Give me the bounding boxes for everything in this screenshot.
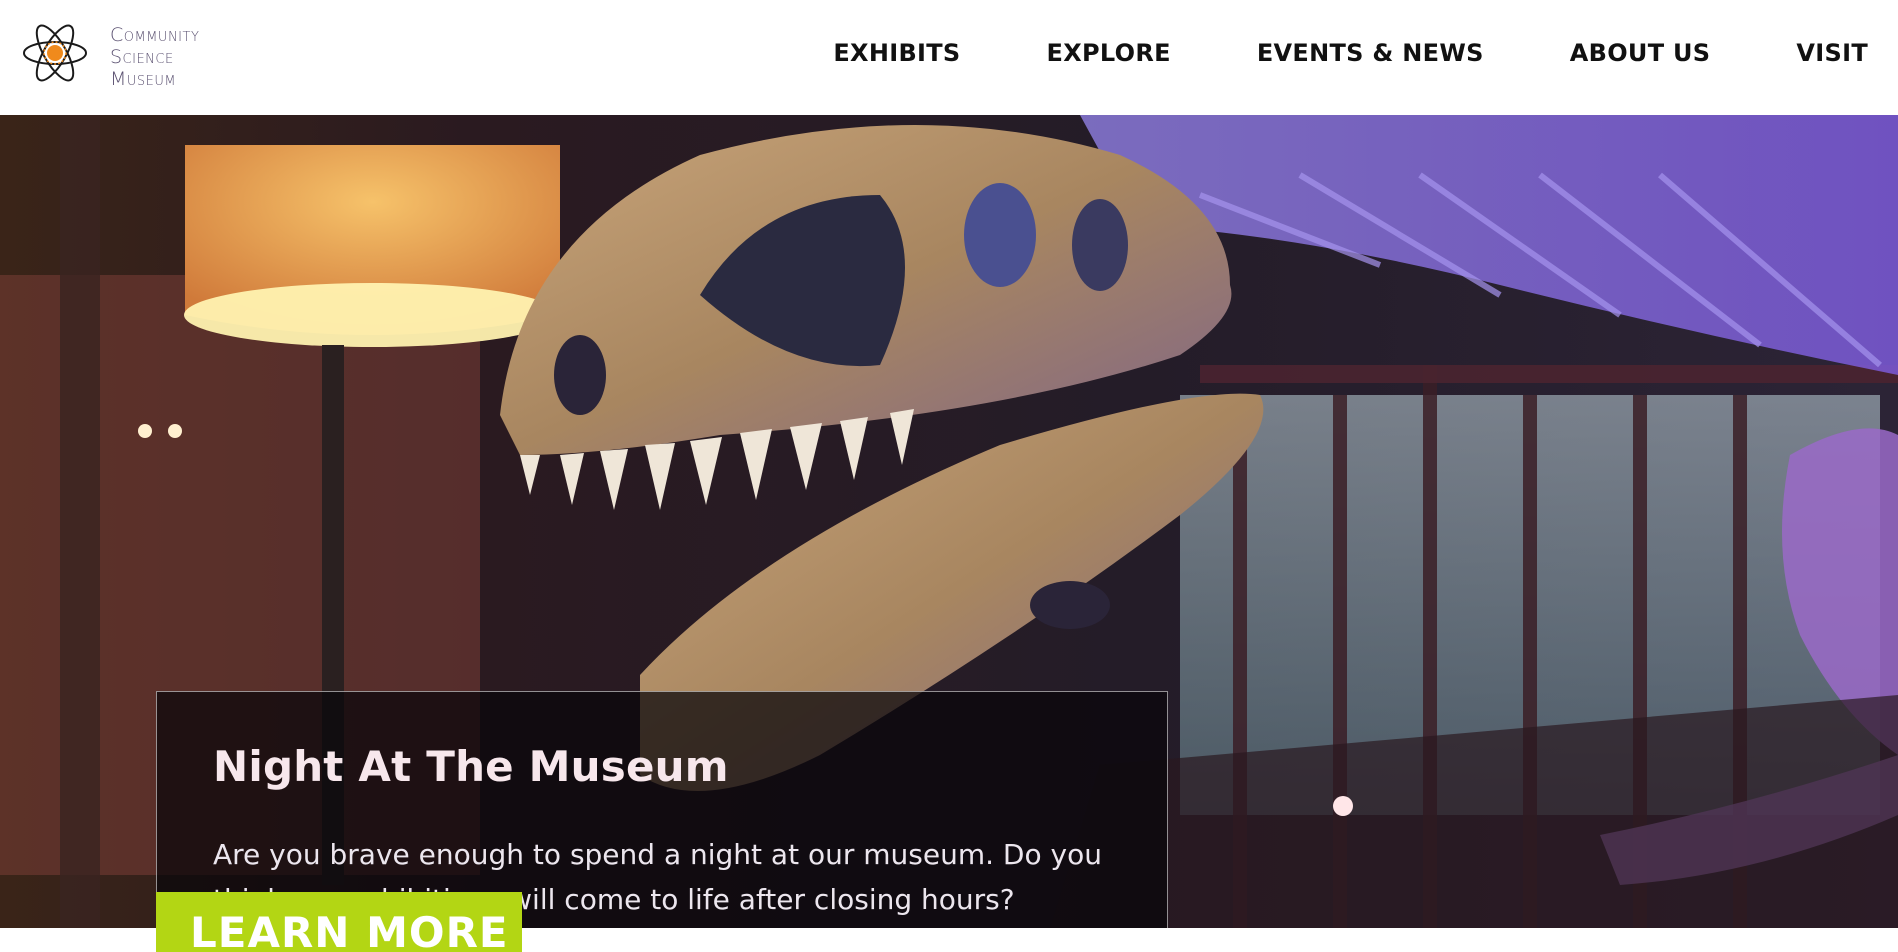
site-logo-text[interactable]: Community Science Museum bbox=[110, 24, 199, 90]
logo-line-2: Science bbox=[110, 46, 174, 68]
learn-more-button[interactable]: LEARN MORE bbox=[156, 892, 522, 952]
learn-more-label: LEARN MORE bbox=[190, 908, 509, 952]
logo-line-1: Community bbox=[110, 24, 200, 46]
hero-title: Night At The Museum bbox=[213, 742, 729, 791]
site-header: Community Science Museum EXHIBITS EXPLOR… bbox=[0, 0, 1898, 115]
logo-line-3: Museum bbox=[110, 68, 177, 90]
nav-item-about-us[interactable]: ABOUT US bbox=[1570, 36, 1711, 70]
nav-item-visit[interactable]: VISIT bbox=[1796, 36, 1868, 70]
main-nav: EXHIBITS EXPLORE EVENTS & NEWS ABOUT US … bbox=[747, 36, 1868, 70]
nav-item-exhibits[interactable]: EXHIBITS bbox=[833, 36, 960, 70]
nav-item-explore[interactable]: EXPLORE bbox=[1047, 36, 1171, 70]
nav-item-events-news[interactable]: EVENTS & NEWS bbox=[1257, 36, 1484, 70]
hero-banner: Night At The Museum Are you brave enough… bbox=[0, 115, 1898, 928]
atom-logo-icon[interactable] bbox=[22, 24, 88, 82]
